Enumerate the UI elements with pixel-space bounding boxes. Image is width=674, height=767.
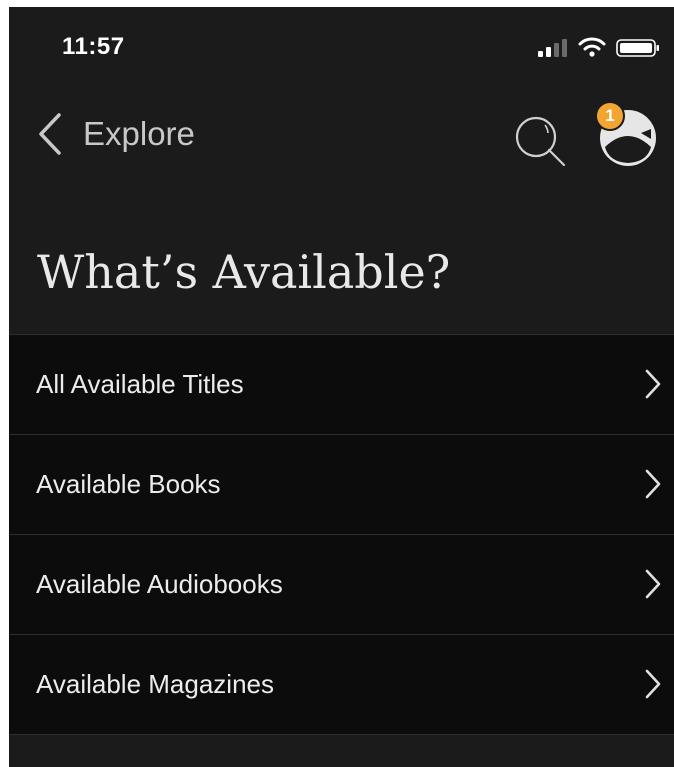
menu-item-label: Available Audiobooks — [36, 569, 283, 599]
menu-item-available-magazines[interactable]: Available Magazines — [9, 635, 674, 735]
chevron-right-icon — [645, 569, 661, 599]
chevron-left-icon — [39, 113, 61, 155]
list-footer-space — [9, 735, 674, 767]
page-title: What’s Available? — [37, 245, 451, 299]
menu-item-label: Available Magazines — [36, 669, 274, 699]
chevron-right-icon — [645, 669, 661, 699]
available-menu-list: All Available Titles Available Books Ava… — [9, 334, 674, 735]
status-bar: 11:57 — [9, 7, 674, 77]
back-label: Explore — [83, 115, 195, 152]
search-icon[interactable] — [512, 113, 568, 169]
wifi-icon — [578, 37, 606, 57]
menu-item-available-audiobooks[interactable]: Available Audiobooks — [9, 535, 674, 635]
menu-item-label: All Available Titles — [36, 369, 244, 399]
notification-badge: 1 — [595, 101, 625, 131]
menu-item-all-available-titles[interactable]: All Available Titles — [9, 335, 674, 435]
signal-icon — [538, 39, 567, 57]
status-time: 11:57 — [62, 33, 125, 60]
back-button[interactable]: Explore — [37, 109, 195, 159]
navigation-bar: Explore 1 — [9, 97, 674, 177]
menu-item-available-books[interactable]: Available Books — [9, 435, 674, 535]
menu-item-label: Available Books — [36, 469, 221, 499]
battery-icon — [616, 39, 659, 57]
chevron-right-icon — [645, 369, 661, 399]
chevron-right-icon — [645, 469, 661, 499]
app-screen: 11:57 Explore 1 What’s Available? All Av… — [9, 7, 674, 767]
